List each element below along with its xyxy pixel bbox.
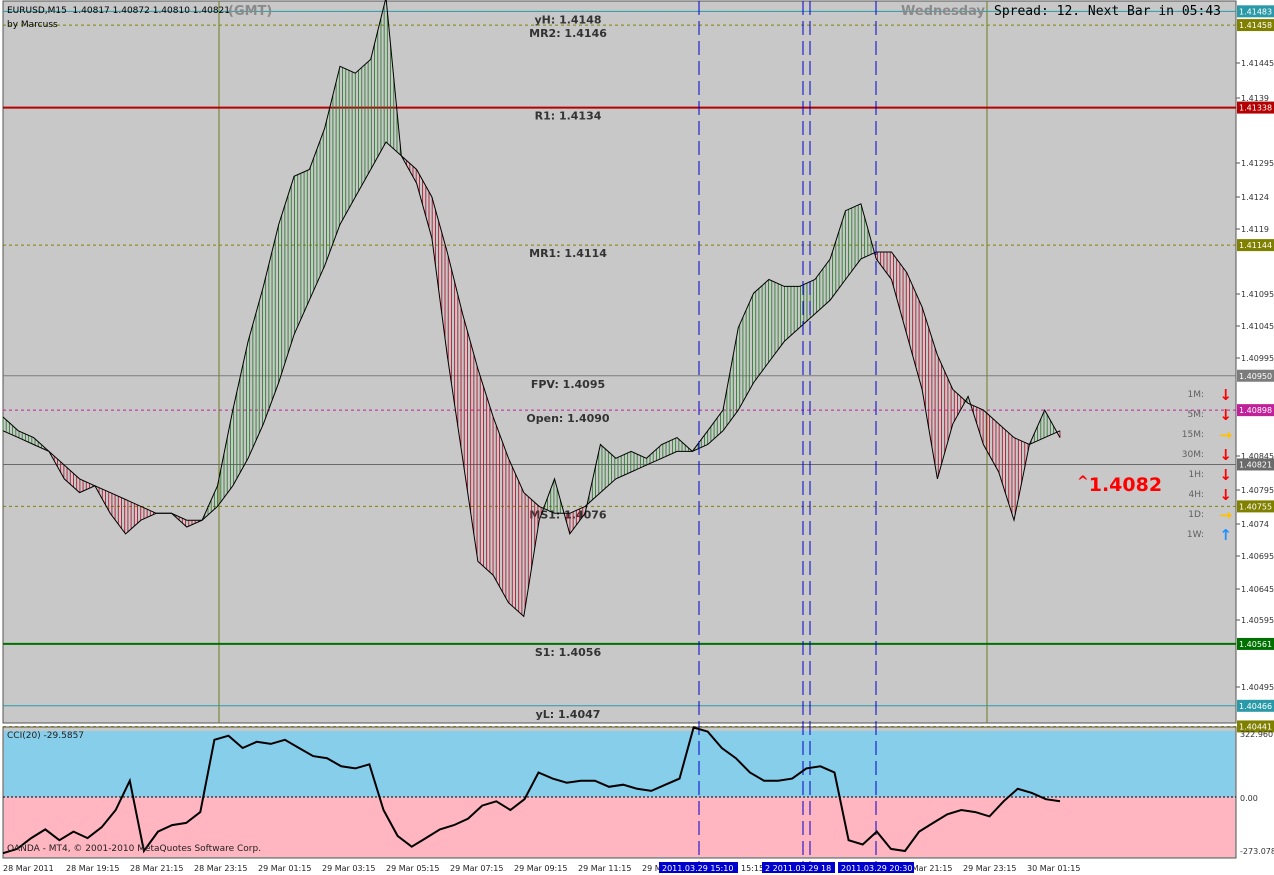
price-tick-label: 1.40995 (1241, 354, 1274, 363)
time-axis-label: 29 Mar 11:15 (578, 864, 631, 873)
price-tag-label: 1.40898 (1239, 406, 1272, 415)
cci-label: CCI(20) -29.5857 (7, 731, 85, 741)
footer-copyright: OANDA - MT4, © 2001-2010 MetaQuotes Soft… (7, 844, 262, 854)
price-tick-label: 1.40795 (1241, 486, 1274, 495)
arrow-down-icon: ↓ (1219, 406, 1232, 424)
time-marker-tag: 2011.03.29 20:30 (841, 864, 912, 873)
time-axis-label: 29 Mar 23:15 (963, 864, 1016, 873)
current-price-value: 1.4082 (1088, 474, 1163, 496)
price-tag-label: 1.41483 (1239, 7, 1272, 16)
time-axis-label: 29 Mar 07:15 (450, 864, 503, 873)
level-label-fpv: FPV: 1.4095 (531, 378, 605, 391)
time-axis-label: 29 Mar 05:15 (386, 864, 439, 873)
arrow-down-icon: ↓ (1219, 386, 1232, 404)
timeframe-label: 5M: (1187, 410, 1204, 420)
price-tick-label: 1.4074 (1241, 520, 1269, 529)
timeframe-label: 15M: (1181, 430, 1204, 440)
price-tag-label: 1.40950 (1239, 372, 1272, 381)
timeframe-row-1m: 1M: ↓ (1170, 386, 1234, 404)
weekday-label: Wednesday (901, 4, 985, 19)
time-axis-label: 28 Mar 21:15 (130, 864, 183, 873)
price-tick-label: 1.4119 (1241, 225, 1269, 234)
current-price-label: ^1.4082 (1077, 474, 1162, 496)
time-axis-label: 28 Mar 23:15 (194, 864, 247, 873)
price-tag-label: 1.41338 (1239, 104, 1272, 113)
time-axis-label: 30 Mar 01:15 (1027, 864, 1080, 873)
timeframe-label: 1H: (1188, 470, 1204, 480)
time-axis-label: 29 M (642, 864, 662, 873)
price-tag-label: 1.41458 (1239, 21, 1272, 30)
price-tick-label: 1.40645 (1241, 585, 1274, 594)
arrow-right-icon: → (1219, 506, 1232, 524)
price-tick-label: 1.41445 (1241, 59, 1274, 68)
cci-axis-label: -273.078 (1240, 847, 1274, 856)
price-tag-label: 1.41144 (1239, 241, 1272, 250)
time-axis-label: 29 Mar 01:15 (258, 864, 311, 873)
price-tick-label: 1.41295 (1241, 159, 1274, 168)
cci-axis-label: 322.960 (1240, 730, 1273, 739)
level-label-mr2: MR2: 1.4146 (529, 27, 607, 40)
price-panel (2, 0, 1237, 724)
timezone-label: (GMT) (228, 4, 273, 19)
timeframe-row-15m: 15M: → (1170, 426, 1234, 444)
timeframe-label: 1M: (1187, 390, 1204, 400)
timeframe-label: 1W: (1186, 530, 1204, 540)
level-label-yh: yH: 1.4148 (534, 13, 601, 26)
price-tag-label: 1.40466 (1239, 702, 1272, 711)
spread-label: Spread: 12. Next Bar in 05:43 (994, 4, 1221, 19)
level-label-r1: R1: 1.4134 (535, 110, 602, 123)
price-tick-label: 1.40595 (1241, 616, 1274, 625)
level-label-s1: S1: 1.4056 (535, 646, 602, 659)
price-tick-label: 1.41045 (1241, 322, 1274, 331)
arrow-down-icon: ↓ (1219, 486, 1232, 504)
level-label-open: Open: 1.4090 (526, 412, 610, 425)
timeframe-label: 30M: (1181, 450, 1204, 460)
timeframe-row-1h: 1H: ↓ (1170, 466, 1234, 484)
cci-upper-zone (4, 731, 1235, 797)
time-marker-tag: 2 2011.03.29 18 (765, 864, 831, 873)
level-label-mr1: MR1: 1.4114 (529, 247, 607, 260)
time-axis-label: 28 Mar 2011 (3, 864, 54, 873)
price-tick-label: 1.40695 (1241, 552, 1274, 561)
arrow-down-icon: ↓ (1219, 446, 1232, 464)
price-tick-label: 1.4124 (1241, 193, 1269, 202)
price-tag-label: 1.40821 (1239, 460, 1272, 469)
arrow-down-icon: ↓ (1219, 466, 1232, 484)
arrow-up-icon: ↑ (1219, 526, 1232, 544)
price-tick-label: 1.40495 (1241, 683, 1274, 692)
price-tick-label: 1.41095 (1241, 290, 1274, 299)
chart-canvas: yH: 1.4148MR2: 1.4146 R1: 1.4134 MR1: 1.41… (0, 0, 1274, 875)
time-axis-label: 28 Mar 19:15 (66, 864, 119, 873)
time-axis-label: 29 Mar 03:15 (322, 864, 375, 873)
timeframe-label: 4H: (1188, 490, 1204, 500)
timeframe-row-30m: 30M: ↓ (1170, 446, 1234, 464)
arrow-right-icon: → (1219, 426, 1232, 444)
timeframe-row-4h: 4H: ↓ (1170, 486, 1234, 504)
author-label: by Marcuss (7, 20, 58, 30)
symbol-info: EURUSD,M15 1.40817 1.40872 1.40810 1.408… (7, 6, 231, 16)
price-caret: ^ (1077, 474, 1089, 490)
level-label-yl: yL: 1.4047 (536, 708, 601, 721)
timeframe-row-1w: 1W: ↑ (1170, 526, 1234, 544)
time-axis-label: 29 Mar 09:15 (514, 864, 567, 873)
timeframe-row-5m: 5M: ↓ (1170, 406, 1234, 424)
cci-axis-label: 0.00 (1240, 794, 1258, 803)
timeframe-label: 1D: (1188, 510, 1204, 520)
time-axis-label: 15:15 (741, 864, 764, 873)
price-tag-label: 1.40561 (1239, 640, 1272, 649)
price-tag-label: 1.40755 (1239, 502, 1272, 511)
time-marker-tag: 2011.03.29 15:10 (662, 864, 733, 873)
timeframe-row-1d: 1D: → (1170, 506, 1234, 524)
